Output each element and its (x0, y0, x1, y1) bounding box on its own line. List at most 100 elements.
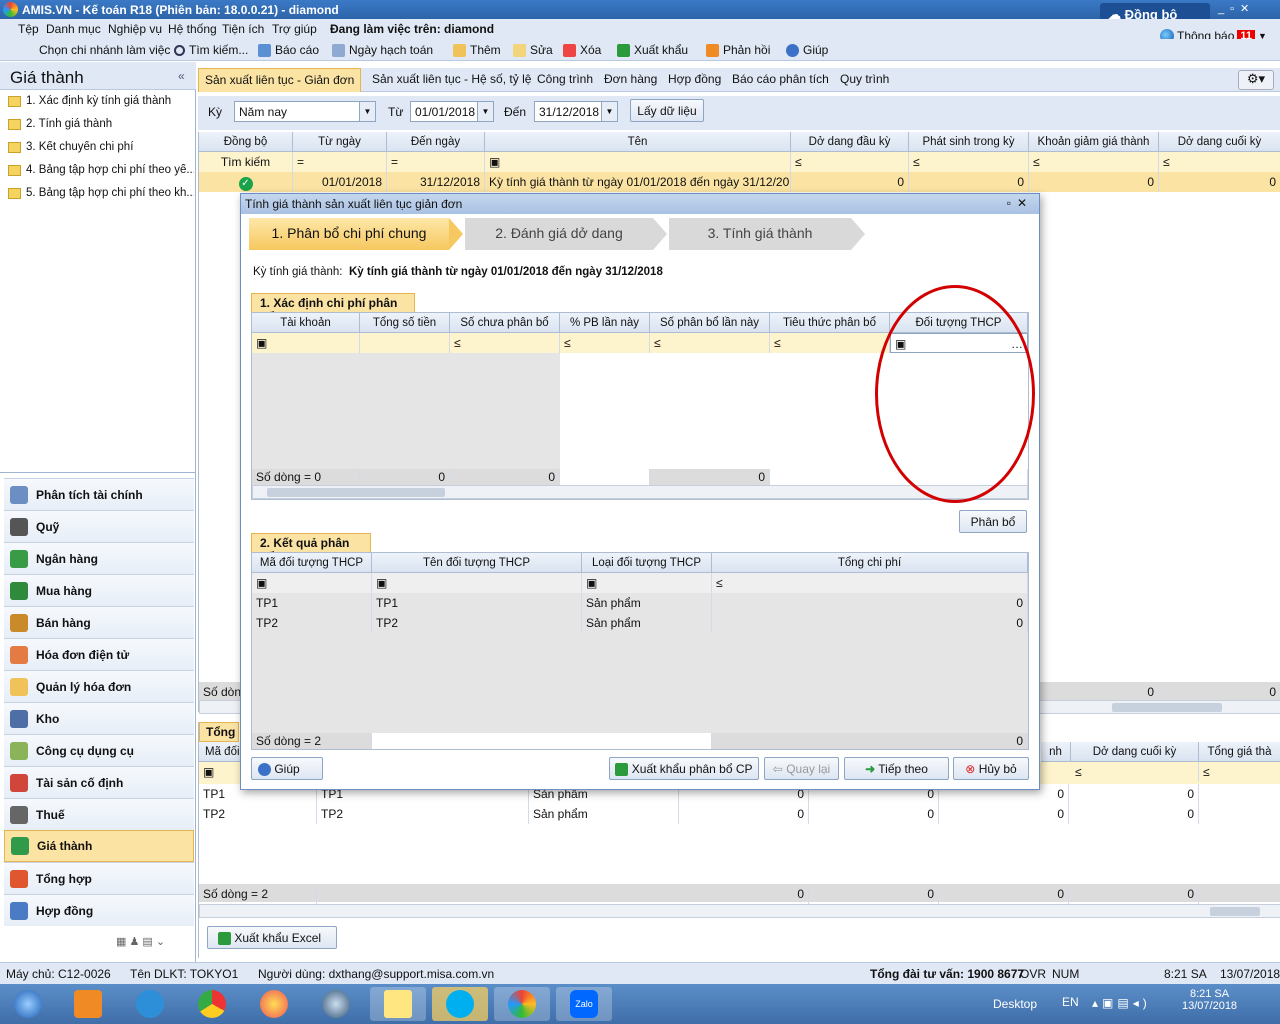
taskbar-media[interactable] (60, 987, 116, 1021)
filter-total-amount[interactable] (360, 333, 450, 353)
wizard-step-3[interactable]: 3. Tính giá thành (669, 218, 851, 250)
taskbar-notes[interactable] (370, 987, 426, 1021)
step-2[interactable]: 2. Tính giá thành (8, 118, 194, 130)
period-select[interactable]: Năm nay ▼ (234, 101, 376, 122)
module-warehouse[interactable]: Kho (4, 702, 194, 734)
filter-total-cost[interactable]: ≤ (712, 573, 1028, 593)
step-1[interactable]: 1. Xác định kỳ tính giá thành (8, 95, 194, 107)
delete-button[interactable]: Xóa (563, 43, 601, 57)
export-excel-button[interactable]: Xuất khẩu Excel (207, 926, 337, 949)
tab-continuous-coefficient[interactable]: Sản xuất liên tục - Hệ số, tỷ lệ (372, 72, 531, 86)
menu-operations[interactable]: Nghiệp vụ (108, 22, 162, 36)
module-general[interactable]: Tổng hợp (4, 862, 194, 894)
detail-horizontal-scrollbar[interactable] (199, 904, 1280, 918)
tab-orders[interactable]: Đơn hàng (604, 72, 657, 86)
filter-percent[interactable]: ≤ (560, 333, 650, 353)
module-fixed-assets[interactable]: Tài sản cố định (4, 766, 194, 798)
wizard-step-1[interactable]: 1. Phân bổ chi phí chung (249, 218, 449, 250)
taskbar-chrome[interactable] (184, 987, 240, 1021)
menu-utilities[interactable]: Tiện ích (222, 22, 264, 36)
filter-name[interactable]: ▣ (485, 152, 791, 172)
dialog-help-button[interactable]: Giúp (251, 757, 323, 780)
step-5[interactable]: 5. Bảng tập hợp chi phí theo kh... (8, 187, 194, 199)
module-invoice-management[interactable]: Quản lý hóa đơn (4, 670, 194, 702)
module-tools[interactable]: Công cụ dụng cụ (4, 734, 194, 766)
desktop-toolbar[interactable]: Desktop (993, 997, 1037, 1011)
col-total-cost[interactable]: Tổng giá thà (1199, 742, 1280, 762)
tab-process[interactable]: Quy trình (840, 72, 889, 86)
module-sales[interactable]: Bán hàng (4, 606, 194, 638)
col-total-cost[interactable]: Tổng chi phí (712, 553, 1028, 573)
from-date-input[interactable]: 01/01/2018 ▼ (410, 101, 494, 122)
col-allocation-percent[interactable]: % PB lần này (560, 313, 650, 333)
filter-to-date[interactable]: = (387, 152, 485, 172)
cancel-button[interactable]: ⊗ Hủy bỏ (953, 757, 1029, 780)
taskbar-skype[interactable] (432, 987, 488, 1021)
module-costing[interactable]: Giá thành (4, 830, 194, 862)
edit-button[interactable]: Sửa (513, 43, 553, 57)
filter-object-type[interactable]: ▣ (582, 573, 712, 593)
taskbar-clock[interactable]: 8:21 SA 13/07/2018 (1182, 988, 1237, 1012)
step-4[interactable]: 4. Bảng tập hợp chi phí theo yế... (8, 164, 194, 176)
taskbar-amis[interactable] (494, 987, 550, 1021)
filter-object-code[interactable]: ▣ (252, 573, 372, 593)
module-contract[interactable]: Hợp đồng (4, 894, 194, 926)
choose-branch-button[interactable]: Chọn chi nhánh làm việc (22, 43, 170, 57)
next-button[interactable]: ➜ Tiếp theo (844, 757, 949, 780)
settings-gear-icon[interactable]: ⚙▾ (1238, 70, 1274, 90)
filter-incurred[interactable]: ≤ (909, 152, 1029, 172)
filter-reduction[interactable]: ≤ (1029, 152, 1159, 172)
start-button[interactable] (0, 987, 56, 1021)
col-allocation-criteria[interactable]: Tiêu thức phân bổ (770, 313, 890, 333)
menu-file[interactable]: Tệp (18, 22, 39, 36)
table-row[interactable]: TP2 TP2 Sản phẩm 0 0 0 0 (199, 804, 1280, 824)
module-bank[interactable]: Ngân hàng (4, 542, 194, 574)
table-row[interactable]: TP2 TP2 Sản phẩm 0 (252, 613, 1028, 633)
back-button[interactable]: ⇦ Quay lại (764, 757, 839, 780)
col-object-code[interactable]: Mã đối tượng THCP (252, 553, 372, 573)
tab-contracts[interactable]: Hợp đồng (668, 72, 721, 86)
module-tax[interactable]: Thuế (4, 798, 194, 830)
filter-closing[interactable]: ≤ (1159, 152, 1280, 172)
menu-help[interactable]: Trợ giúp (272, 22, 317, 36)
col-object-name[interactable]: Tên đối tượng THCP (372, 553, 582, 573)
filter-unallocated[interactable]: ≤ (450, 333, 560, 353)
feedback-button[interactable]: Phản hồi (706, 43, 770, 57)
col-sync[interactable]: Đồng bộ (199, 132, 293, 152)
tab-continuous-simple[interactable]: Sản xuất liên tục - Giản đơn (198, 68, 362, 92)
menu-catalog[interactable]: Danh mục (46, 22, 101, 36)
col-name[interactable]: Tên (485, 132, 791, 152)
filter-allocated[interactable]: ≤ (650, 333, 770, 353)
export-allocation-button[interactable]: Xuất khẩu phân bổ CP (609, 757, 759, 780)
taskbar-ie[interactable] (122, 987, 178, 1021)
tab-total[interactable]: Tổng (199, 722, 239, 742)
report-button[interactable]: Báo cáo (258, 43, 319, 57)
posting-date-button[interactable]: Ngày hạch toán (332, 43, 433, 57)
table-row[interactable]: TP1 TP1 Sản phẩm 0 (252, 593, 1028, 613)
filter-total[interactable]: ≤ (1199, 762, 1280, 782)
filter-closing-2[interactable]: ≤ (1071, 762, 1199, 782)
language-indicator[interactable]: EN (1062, 995, 1079, 1009)
allocate-button[interactable]: Phân bổ (959, 510, 1027, 533)
add-button[interactable]: Thêm (453, 43, 501, 57)
taskbar-thunderbird[interactable] (308, 987, 364, 1021)
dialog-window-controls[interactable]: ▫✕ (1007, 196, 1033, 210)
wizard-step-2[interactable]: 2. Đánh giá dở dang (465, 218, 653, 250)
tray-icons[interactable]: ▴▣▤◂) (1092, 996, 1151, 1010)
col-account[interactable]: Tài khoản (252, 313, 360, 333)
col-closing-wip[interactable]: Dở dang cuối kỳ (1159, 132, 1280, 152)
taskbar-zalo[interactable]: Zalo (556, 987, 612, 1021)
step-3[interactable]: 3. Kết chuyển chi phí (8, 141, 194, 153)
taskbar-firefox[interactable] (246, 987, 302, 1021)
module-e-invoice[interactable]: Hóa đơn điện tử (4, 638, 194, 670)
filter-criteria[interactable]: ≤ (770, 333, 890, 353)
tab-construction[interactable]: Công trình (537, 72, 593, 86)
col-unallocated[interactable]: Số chưa phân bổ (450, 313, 560, 333)
col-object-type[interactable]: Loại đối tượng THCP (582, 553, 712, 573)
col-from-date[interactable]: Từ ngày (293, 132, 387, 152)
to-date-input[interactable]: 31/12/2018 ▼ (534, 101, 618, 122)
module-cash[interactable]: Quỹ (4, 510, 194, 542)
fetch-data-button[interactable]: Lấy dữ liệu (630, 99, 704, 122)
col-total-amount[interactable]: Tổng số tiền (360, 313, 450, 333)
col-opening-wip[interactable]: Dở dang đầu kỳ (791, 132, 909, 152)
